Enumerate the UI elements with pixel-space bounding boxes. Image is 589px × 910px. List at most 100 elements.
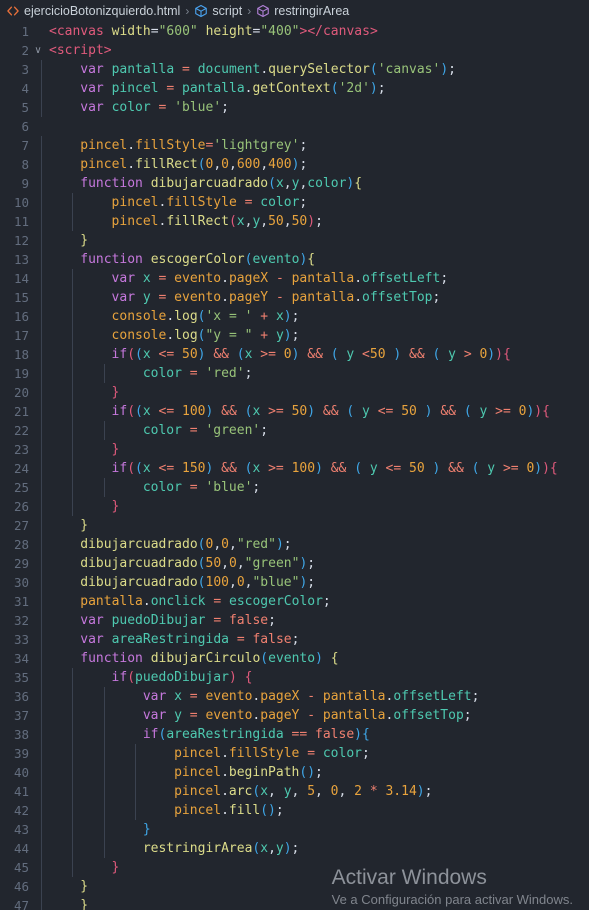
code-line[interactable]: 8 pincel.fillRect(0,0,600,400); bbox=[0, 155, 589, 174]
token-number: 600 bbox=[236, 157, 261, 172]
token-property: pageX bbox=[260, 689, 300, 704]
code-line[interactable]: 46} bbox=[0, 877, 589, 896]
line-number: 11 bbox=[13, 214, 29, 229]
token-string: 'canvas' bbox=[377, 62, 441, 77]
code-line[interactable]: 10 pincel.fillStyle = color; bbox=[0, 193, 589, 212]
code-line[interactable]: 23} bbox=[0, 440, 589, 459]
line-number: 37 bbox=[13, 708, 29, 723]
line-content: color = 'green'; bbox=[143, 421, 268, 440]
indent-guide bbox=[103, 725, 105, 744]
code-line[interactable]: 40 pincel.beginPath(); bbox=[0, 763, 589, 782]
code-line[interactable]: 27} bbox=[0, 516, 589, 535]
token-paren_magenta: ( bbox=[127, 461, 136, 476]
code-line[interactable]: 26} bbox=[0, 497, 589, 516]
token-function: beginPath bbox=[228, 765, 300, 780]
token-punctuation: . bbox=[142, 594, 151, 609]
indent-guide bbox=[41, 649, 42, 668]
code-line[interactable]: 45} bbox=[0, 858, 589, 877]
code-line[interactable]: 47} bbox=[0, 896, 589, 910]
token-variable: y bbox=[142, 290, 151, 305]
code-line[interactable]: 39 pincel.fillStyle = color; bbox=[0, 744, 589, 763]
code-line[interactable]: 37 var y = evento.pageY - pantalla.offset… bbox=[0, 706, 589, 725]
code-line[interactable]: 43} bbox=[0, 820, 589, 839]
indent-guide bbox=[72, 307, 74, 326]
token-punctuation: ; bbox=[291, 328, 300, 343]
code-line[interactable]: 35 if(puedoDibujar) { bbox=[0, 668, 589, 687]
code-line[interactable]: 15 var y = evento.pageY - pantalla.offset… bbox=[0, 288, 589, 307]
code-line[interactable]: 28 dibujarcuadrado(0,0,"red"); bbox=[0, 535, 589, 554]
indent-guide bbox=[41, 136, 42, 155]
code-line[interactable]: 7 pincel.fillStyle='lightgrey'; bbox=[0, 136, 589, 155]
code-line[interactable]: 5 var color = 'blue'; bbox=[0, 98, 589, 117]
indent-guide bbox=[41, 725, 42, 744]
code-line[interactable]: 14 var x = evento.pageX - pantalla.offset… bbox=[0, 269, 589, 288]
line-number: 10 bbox=[13, 195, 29, 210]
code-line[interactable]: 41 pincel.arc(x, y, 5, 0, 2 * 3.14); bbox=[0, 782, 589, 801]
token-punctuation: , bbox=[221, 556, 229, 571]
token-paren_blue: ( bbox=[197, 556, 206, 571]
line-content: var y = evento.pageY - pantalla.offsetTo… bbox=[112, 288, 441, 307]
breadcrumb-item-3[interactable]: restringirArea bbox=[256, 4, 349, 18]
breadcrumb-item-2[interactable]: script bbox=[194, 4, 242, 18]
token-function: dibujarcuadrado bbox=[150, 176, 269, 191]
fold-chevron-icon[interactable]: ∨ bbox=[31, 41, 45, 60]
code-line[interactable]: 4 var pincel = pantalla.getContext('2d'); bbox=[0, 79, 589, 98]
line-number: 33 bbox=[13, 632, 29, 647]
token-variable: x bbox=[142, 271, 151, 286]
code-line[interactable]: 30 dibujarcuadrado(100,0,"blue"); bbox=[0, 573, 589, 592]
code-line[interactable]: 20} bbox=[0, 383, 589, 402]
code-line[interactable]: 19 color = 'red'; bbox=[0, 364, 589, 383]
code-line[interactable]: 12} bbox=[0, 231, 589, 250]
token-boolean: false bbox=[252, 632, 292, 647]
code-line[interactable]: 29 dibujarcuadrado(50,0,"green"); bbox=[0, 554, 589, 573]
token-variable: areaRestringida bbox=[166, 727, 284, 742]
code-line[interactable]: 22 color = 'green'; bbox=[0, 421, 589, 440]
code-line[interactable]: 38 if(areaRestringida == false){ bbox=[0, 725, 589, 744]
code-line[interactable]: 18 if((x <= 50) && (x >= 0) && ( y <50 ) … bbox=[0, 345, 589, 364]
token-paren_yellow: } bbox=[80, 879, 89, 894]
token-paren_blue: ) bbox=[307, 404, 316, 419]
code-line[interactable]: 32 var puedoDibujar = false; bbox=[0, 611, 589, 630]
code-line[interactable]: 13 function escogerColor(evento){ bbox=[0, 250, 589, 269]
code-line[interactable]: 25 color = 'blue'; bbox=[0, 478, 589, 497]
code-line[interactable]: 11 pincel.fillRect(x,y,50,50); bbox=[0, 212, 589, 231]
code-line[interactable]: 36 var x = evento.pageX - pantalla.offset… bbox=[0, 687, 589, 706]
token-punctuation: . bbox=[354, 271, 363, 286]
token-punctuation: ; bbox=[244, 366, 253, 381]
line-content: function dibujarcuadrado(x,y,color){ bbox=[80, 174, 362, 193]
code-line[interactable]: 34 function dibujarCirculo(evento) { bbox=[0, 649, 589, 668]
code-line[interactable]: 9 function dibujarcuadrado(x,y,color){ bbox=[0, 174, 589, 193]
code-line[interactable]: 21 if((x <= 100) && (x >= 50) && ( y <= 5… bbox=[0, 402, 589, 421]
code-line[interactable]: 3 var pantalla = document.querySelector('… bbox=[0, 60, 589, 79]
breadcrumb-item-1[interactable]: ejercicioBotonizquierdo.html bbox=[6, 4, 180, 18]
code-line[interactable]: 24 if((x <= 150) && (x >= 100) && ( y <= … bbox=[0, 459, 589, 478]
token-punctuation: , bbox=[283, 214, 292, 229]
code-line[interactable]: 33 var areaRestringida = false; bbox=[0, 630, 589, 649]
code-line[interactable]: 2 ∨ <script> bbox=[0, 41, 589, 60]
indent-guide bbox=[72, 687, 74, 706]
token-property: pincel bbox=[80, 138, 128, 153]
code-line[interactable]: 6 bbox=[0, 117, 589, 136]
line-number: 41 bbox=[13, 784, 29, 799]
indent-guide bbox=[72, 421, 74, 440]
token-punctuation: . bbox=[221, 290, 229, 305]
code-line[interactable]: 16 console.log('x = ' + x); bbox=[0, 307, 589, 326]
code-line[interactable]: 44 restringirArea(x,y); bbox=[0, 839, 589, 858]
code-line[interactable]: 1 <canvas width="600" height="400"></canv… bbox=[0, 22, 589, 41]
token-variable: y bbox=[448, 347, 456, 362]
line-number: 2 bbox=[21, 43, 29, 58]
code-line[interactable]: 17 console.log("y = " + y); bbox=[0, 326, 589, 345]
line-number: 42 bbox=[13, 803, 29, 818]
token-punctuation: ; bbox=[307, 556, 316, 571]
breadcrumb[interactable]: ejercicioBotonizquierdo.html › script › rest… bbox=[0, 0, 589, 22]
code-editor-area[interactable]: 1 <canvas width="600" height="400"></canv… bbox=[0, 22, 589, 910]
token-attribute: height bbox=[205, 24, 253, 39]
code-line[interactable]: 42 pincel.fill(); bbox=[0, 801, 589, 820]
code-line[interactable]: 31 pantalla.onclick = escogerColor; bbox=[0, 592, 589, 611]
